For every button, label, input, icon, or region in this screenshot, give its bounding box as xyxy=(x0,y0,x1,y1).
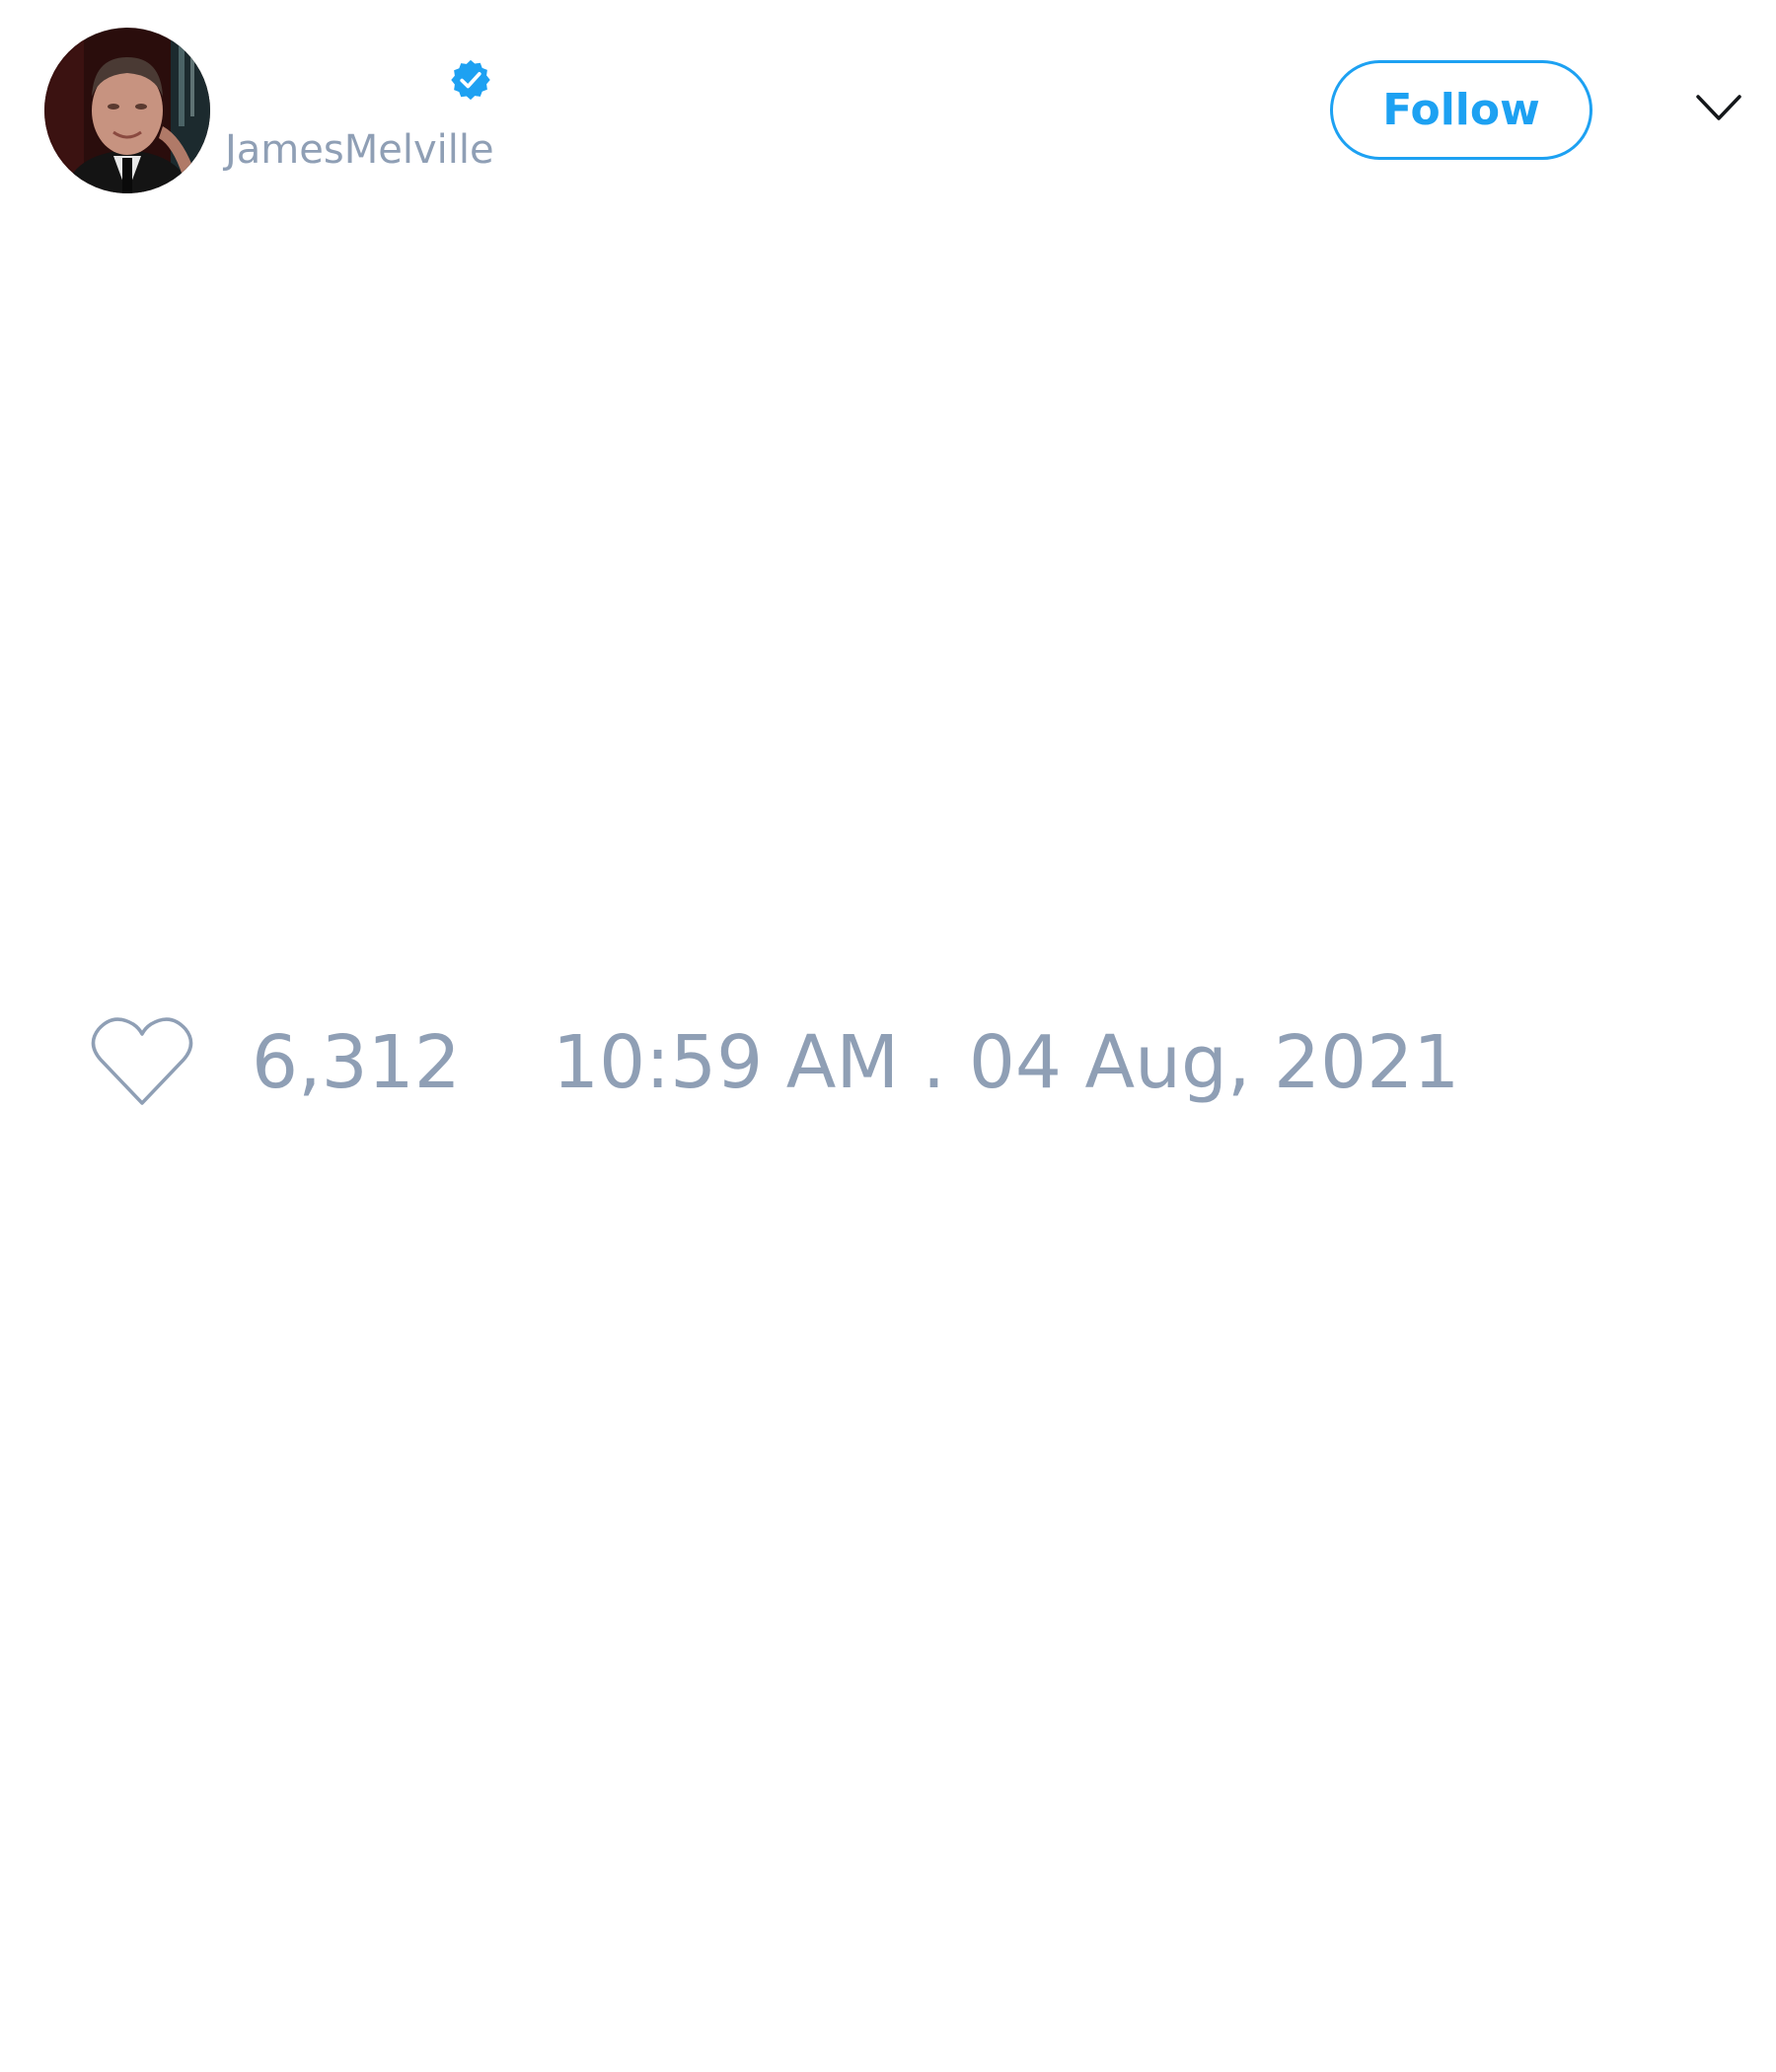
chevron-down-icon[interactable] xyxy=(1695,91,1742,124)
follow-button[interactable]: Follow xyxy=(1330,60,1592,160)
verified-badge-icon xyxy=(451,59,490,101)
avatar[interactable] xyxy=(44,28,210,193)
tweet-timestamp[interactable]: 10:59 AM . 04 Aug, 2021 xyxy=(553,1018,1459,1107)
like-count: 6,312 xyxy=(252,1020,461,1105)
author-handle[interactable]: JamesMelville xyxy=(225,124,494,176)
avatar-photo xyxy=(44,28,210,193)
heart-outline-icon[interactable] xyxy=(89,1014,195,1109)
follow-button-label: Follow xyxy=(1382,85,1540,135)
